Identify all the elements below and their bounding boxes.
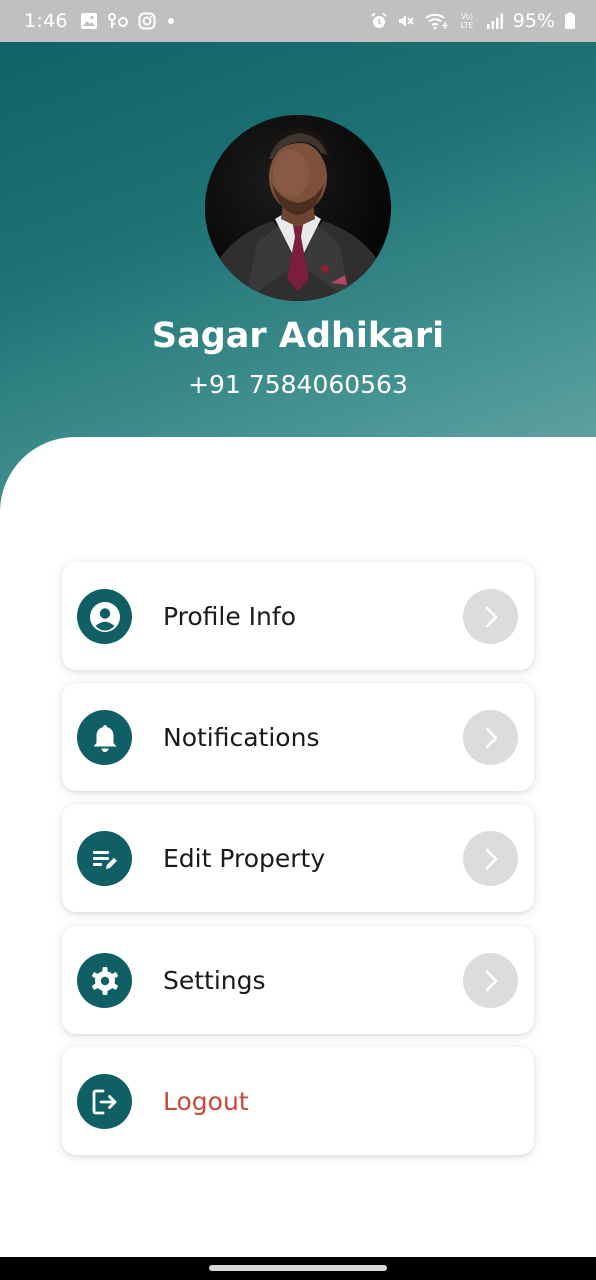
logout-icon [77,1074,132,1129]
account-circle-icon [77,589,132,644]
instagram-icon [138,12,156,30]
menu-item-label: Notifications [163,722,320,752]
menu-item-label: Profile Info [163,601,296,631]
chevron-right-icon[interactable] [463,589,518,644]
battery-icon [564,12,576,30]
gallery-icon [80,12,98,30]
chevron-right-icon[interactable] [463,710,518,765]
svg-text:LTE: LTE [461,21,474,30]
bell-icon [77,710,132,765]
volte-lte-icon: Vo) LTE [457,11,477,31]
edit-list-icon [77,831,132,886]
menu-item-logout[interactable]: Logout [62,1047,534,1155]
chevron-right-icon[interactable] [463,953,518,1008]
menu-item-label: Edit Property [163,843,326,873]
menu-item-profile-info[interactable]: Profile Info [62,562,534,670]
status-bar: 1:46 Vo) LTE 95% [0,0,596,42]
chevron-right-icon[interactable] [463,831,518,886]
svg-text:Vo): Vo) [461,12,473,21]
dot-icon [165,12,177,30]
menu-item-settings[interactable]: Settings [62,926,534,1034]
profile-name: Sagar Adhikari [151,316,445,356]
battery-percentage: 95% [512,10,555,32]
gear-icon [77,953,132,1008]
avatar[interactable] [205,115,391,301]
status-left-icons [80,12,177,30]
menu-item-label: Logout [163,1086,249,1116]
navigation-bar [0,1257,596,1280]
signal-icon [486,12,504,30]
alarm-icon [370,12,388,30]
wifi-icon [424,12,448,30]
avatar-photo [205,115,391,301]
mute-icon [397,12,415,30]
menu-item-edit-property[interactable]: Edit Property [62,804,534,912]
status-right-icons: Vo) LTE 95% [370,10,576,32]
profile-phone: +91 7584060563 [188,370,408,399]
menu-item-label: Settings [163,965,266,995]
status-time: 1:46 [24,10,68,32]
home-indicator[interactable] [209,1265,387,1271]
key-location-icon [107,12,129,30]
menu-item-notifications[interactable]: Notifications [62,683,534,791]
